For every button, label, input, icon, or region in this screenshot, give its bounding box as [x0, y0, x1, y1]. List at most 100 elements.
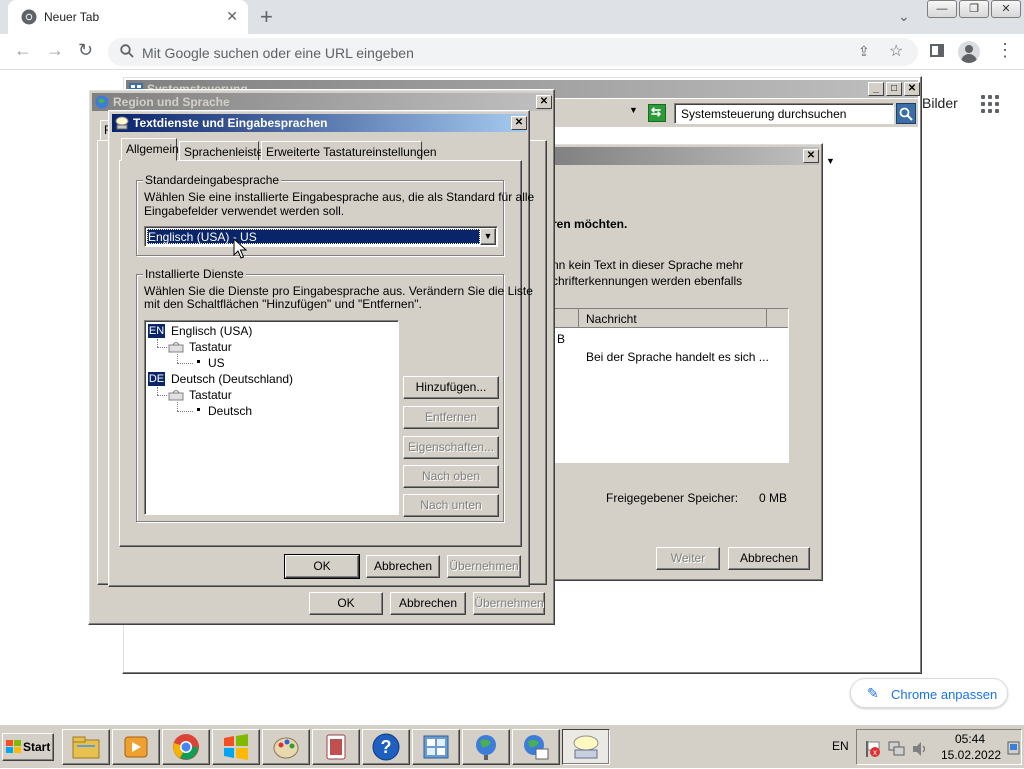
solitaire-taskbar-icon[interactable] [312, 729, 360, 765]
side-panel-icon[interactable] [930, 44, 944, 57]
restore-button[interactable]: ❐ [959, 0, 989, 18]
control-panel-taskbar-icon[interactable] [412, 729, 460, 765]
minimize-button[interactable]: _ [868, 82, 884, 96]
customize-label: Chrome anpassen [891, 687, 998, 702]
tree-item-keyboard-en[interactable]: Tastatur [189, 340, 232, 354]
new-tab-button[interactable]: + [260, 4, 273, 30]
list-row-message: Bei der Sprache handelt es sich ... [586, 350, 769, 364]
tab-allgemein[interactable]: Allgemein [121, 138, 179, 161]
default-language-select[interactable]: Englisch (USA) - US ▼ [144, 226, 498, 247]
tree-item-deutsch[interactable]: Deutsch [208, 404, 252, 418]
menu-icon[interactable]: ⋮ [996, 40, 1014, 61]
start-button[interactable]: Start [2, 733, 54, 761]
svg-text:x: x [873, 748, 877, 757]
installed-services-description-1: Wählen Sie die Dienste pro Eingabesprach… [144, 284, 533, 298]
cancel-button[interactable]: Abbrechen [390, 592, 466, 615]
close-icon[interactable]: ✕ [226, 8, 238, 25]
chrome-toolbar: ← → ↻ Mit Google suchen oder eine URL ei… [0, 34, 1024, 70]
back-button[interactable]: ← [14, 40, 32, 61]
close-button[interactable]: ✕ [991, 0, 1021, 18]
region-titlebar: Region und Sprache ✕ [92, 93, 552, 111]
tab-erweiterte-tastatureinstellungen[interactable]: Erweiterte Tastatureinstellungen [261, 141, 437, 161]
tree-item-lang-de[interactable]: Deutsch (Deutschland) [171, 372, 293, 386]
cancel-button[interactable]: Abbrechen [366, 555, 440, 578]
customize-chrome-button[interactable]: ✎ Chrome anpassen [850, 678, 1008, 708]
tree-item-us[interactable]: US [208, 356, 225, 370]
minimize-button[interactable]: — [927, 0, 957, 18]
keyboard-icon [168, 342, 184, 353]
maximize-button[interactable]: □ [886, 82, 902, 96]
omnibox[interactable]: Mit Google suchen oder eine URL eingeben [108, 38, 918, 66]
storage-value: 0 MB [759, 491, 788, 505]
control-panel-search-input[interactable]: Systemsteuerung durchsuchen [674, 103, 894, 124]
cancel-button[interactable]: Abbrechen [728, 547, 810, 570]
keyboard-icon [115, 116, 129, 130]
clock-time: 05:44 [955, 732, 986, 746]
show-desktop-button[interactable] [1007, 740, 1020, 756]
profile-avatar-icon[interactable] [958, 41, 980, 63]
region-title: Region und Sprache [113, 95, 230, 109]
close-button[interactable]: ✕ [536, 95, 552, 109]
language-badge-en: EN [148, 324, 165, 338]
default-language-description-2: Eingabefelder verwendet werden soll. [144, 204, 345, 218]
apply-button[interactable]: Übernehmen [473, 592, 545, 615]
address-dropdown-icon[interactable]: ▼ [629, 105, 638, 115]
default-language-group-title: Standardeingabesprache [143, 173, 282, 187]
tree-item-keyboard-de[interactable]: Tastatur [189, 388, 232, 402]
close-button[interactable]: ✕ [904, 82, 920, 96]
flag-icon[interactable]: x [863, 740, 881, 758]
tab-title: Neuer Tab [44, 10, 100, 24]
reload-button[interactable]: ↻ [78, 40, 93, 61]
properties-button[interactable]: Eigenschaften... [403, 436, 499, 459]
chevron-down-icon[interactable]: ⌄ [898, 8, 910, 25]
search-icon[interactable] [896, 103, 916, 124]
network-taskbar-icon[interactable] [462, 729, 510, 765]
column-header-message[interactable]: Nachricht [586, 312, 637, 326]
installed-services-description-2: mit den Schaltflächen "Hinzufügen" und "… [144, 297, 422, 311]
share-icon[interactable]: ⇪ [858, 43, 870, 60]
apps-grid-icon[interactable] [981, 95, 999, 113]
bookmark-star-icon[interactable]: ☆ [889, 41, 903, 61]
windows-update-taskbar-icon[interactable] [212, 729, 260, 765]
close-button[interactable]: ✕ [511, 116, 527, 130]
selected-option-highlight: Englisch (USA) - US [147, 229, 480, 244]
pencil-icon: ✎ [867, 685, 879, 701]
paint-taskbar-icon[interactable] [262, 729, 310, 765]
tree-item-lang-en[interactable]: Englisch (USA) [171, 324, 252, 338]
media-player-taskbar-icon[interactable] [112, 729, 160, 765]
help-taskbar-icon[interactable]: ? [362, 729, 410, 765]
wizard-titlebar: ✕ [549, 147, 819, 165]
images-link[interactable]: Bilder [922, 95, 958, 111]
taskbar: Start ? EN x 05:44 15.02.2022 [0, 724, 1024, 768]
forward-button[interactable]: → [46, 40, 64, 61]
close-button[interactable]: ✕ [803, 149, 819, 163]
volume-icon[interactable] [911, 740, 929, 758]
chrome-icon [21, 9, 37, 25]
installed-services-tree[interactable]: EN Englisch (USA) Tastatur US DE Deutsch… [144, 320, 399, 515]
chrome-taskbar-icon[interactable] [162, 729, 210, 765]
move-up-button[interactable]: Nach oben [403, 465, 499, 488]
ok-button[interactable]: OK [284, 554, 360, 579]
explorer-taskbar-icon[interactable] [62, 729, 110, 765]
move-down-button[interactable]: Nach unten [403, 494, 499, 517]
wizard-text-1: nn kein Text in dieser Sprache mehr [552, 258, 744, 272]
chevron-down-icon[interactable]: ▼ [826, 156, 835, 166]
remove-button[interactable]: Entfernen [403, 406, 499, 429]
go-icon[interactable]: ⇆ [648, 104, 666, 122]
region-settings-taskbar-icon[interactable] [512, 729, 560, 765]
tab-sprachenleiste[interactable]: Sprachenleiste [179, 141, 263, 161]
input-language-indicator[interactable]: EN [832, 739, 849, 753]
clock-date: 15.02.2022 [941, 748, 1002, 762]
add-button[interactable]: Hinzufügen... [403, 376, 499, 399]
text-services-taskbar-icon[interactable] [562, 729, 610, 765]
windows-logo-icon [6, 740, 21, 753]
window-controls: — ❐ ✕ [927, 0, 1023, 18]
next-button[interactable]: Weiter [656, 547, 720, 570]
wizard-content: ren möchten. nn kein Text in dieser Spra… [549, 196, 819, 516]
apply-button[interactable]: Übernehmen [447, 555, 521, 578]
ok-button[interactable]: OK [309, 592, 383, 615]
network-status-icon[interactable] [887, 740, 905, 758]
wizard-message-list[interactable]: Nachricht B Bei der Sprache handelt es s… [549, 308, 789, 463]
dropdown-arrow-icon[interactable]: ▼ [480, 228, 496, 245]
browser-tab[interactable]: Neuer Tab ✕ [8, 0, 248, 34]
